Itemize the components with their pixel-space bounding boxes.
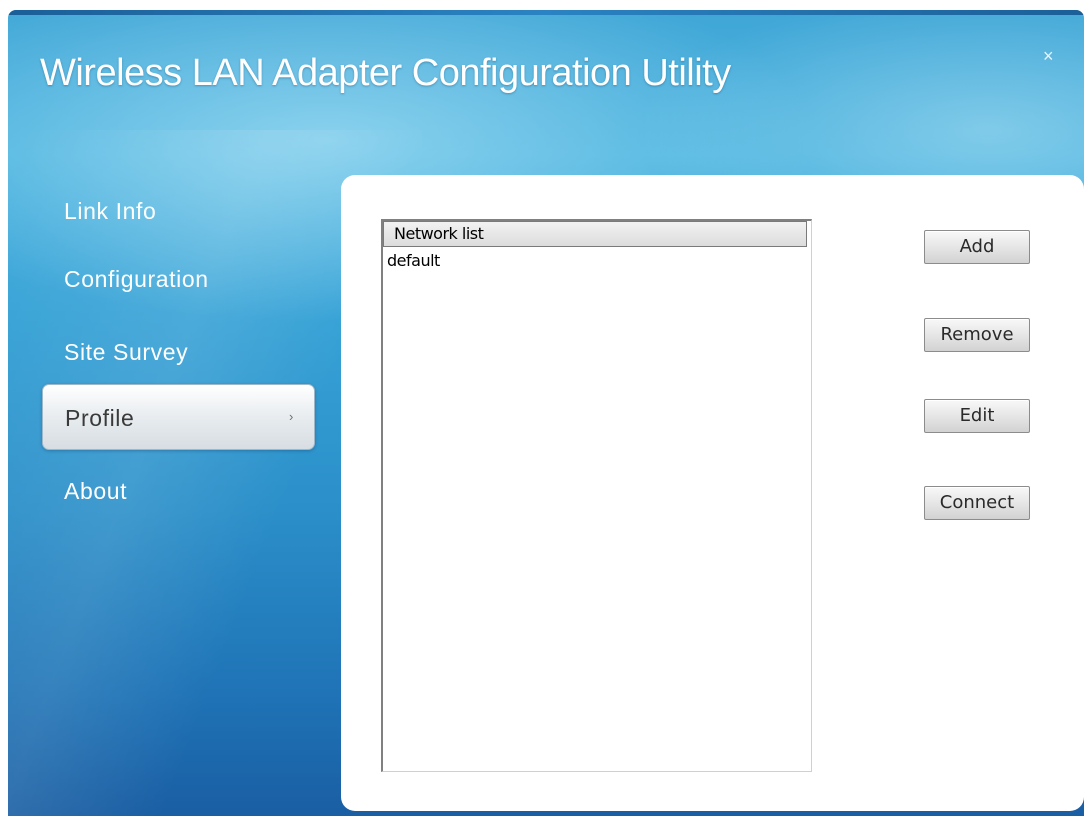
content-panel: Network list default Add Remove Edit Con… [341, 175, 1084, 811]
sidebar-item-site-survey[interactable]: Site Survey [64, 339, 188, 366]
list-column-header[interactable]: Network list [383, 221, 807, 247]
list-item[interactable]: default [387, 251, 440, 270]
sidebar-item-about[interactable]: About [64, 478, 127, 505]
close-icon[interactable]: × [1043, 46, 1054, 67]
sidebar-item-configuration[interactable]: Configuration [64, 266, 209, 293]
sidebar-item-link-info[interactable]: Link Info [64, 198, 156, 225]
add-button[interactable]: Add [924, 230, 1030, 264]
network-listbox[interactable]: Network list default [381, 219, 812, 772]
window-title: Wireless LAN Adapter Configuration Utili… [40, 52, 731, 94]
connect-button[interactable]: Connect [924, 486, 1030, 520]
edit-button[interactable]: Edit [924, 399, 1030, 433]
app-window: Wireless LAN Adapter Configuration Utili… [8, 10, 1084, 816]
chevron-right-icon: › [289, 409, 294, 424]
sidebar-item-label: Profile [65, 405, 135, 431]
remove-button[interactable]: Remove [924, 318, 1030, 352]
sidebar-item-profile[interactable]: Profile › [42, 384, 315, 450]
